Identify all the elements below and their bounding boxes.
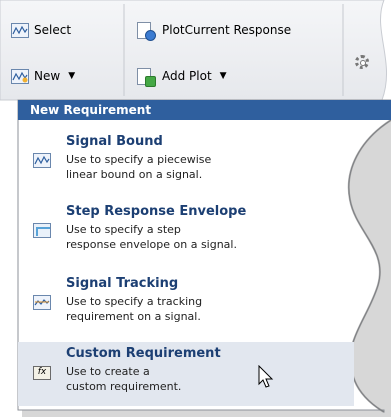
menu-item-description: Use to specify a step response envelope … [66, 223, 237, 251]
menu-item-title: Step Response Envelope [66, 204, 247, 219]
menu-item-custom-requirement[interactable]: fx Custom Requirement Use to create a cu… [18, 342, 354, 406]
plot-current-response-button[interactable]: PlotCurrent Response [134, 18, 294, 42]
plot-current-label: PlotCurrent Response [162, 23, 292, 37]
new-requirement-icon [11, 68, 29, 84]
plot-response-icon [137, 21, 156, 41]
signal-bound-icon [33, 153, 51, 168]
settings-button[interactable] [352, 50, 372, 74]
gear-icon [355, 55, 369, 69]
menu-item-signal-tracking[interactable]: Signal Tracking Use to specify a trackin… [18, 272, 348, 336]
menu-item-title: Custom Requirement [66, 346, 221, 361]
chevron-down-icon: ▼ [219, 71, 227, 81]
menu-item-signal-bound[interactable]: Signal Bound Use to specify a piecewise … [18, 130, 348, 194]
signal-icon [11, 22, 29, 38]
new-button[interactable]: New ▼ [8, 64, 78, 88]
menu-item-step-response-envelope[interactable]: Step Response Envelope Use to specify a … [18, 200, 348, 264]
custom-requirement-icon: fx [33, 366, 51, 380]
menu-item-description: Use to create a custom requirement. [66, 365, 182, 393]
menu-header: New Requirement [18, 100, 391, 120]
add-plot-icon [137, 67, 156, 87]
select-label: Select [34, 23, 72, 37]
add-plot-label: Add Plot [162, 69, 212, 83]
step-response-icon [33, 223, 51, 238]
magnifier-icon [145, 29, 156, 41]
signal-tracking-icon [33, 295, 51, 310]
new-label: New [34, 69, 61, 83]
chevron-down-icon: ▼ [68, 71, 76, 81]
menu-item-description: Use to specify a piecewise linear bound … [66, 153, 212, 181]
screenshot-stage: Select PlotCurrent Response New ▼ Add Pl… [0, 0, 391, 417]
select-button[interactable]: Select [8, 18, 74, 42]
menu-item-description: Use to specify a tracking requirement on… [66, 295, 203, 323]
menu-item-title: Signal Tracking [66, 276, 179, 291]
plus-icon [145, 75, 156, 87]
mouse-cursor-icon [258, 365, 274, 388]
add-plot-button[interactable]: Add Plot ▼ [134, 64, 230, 88]
menu-item-title: Signal Bound [66, 134, 163, 149]
